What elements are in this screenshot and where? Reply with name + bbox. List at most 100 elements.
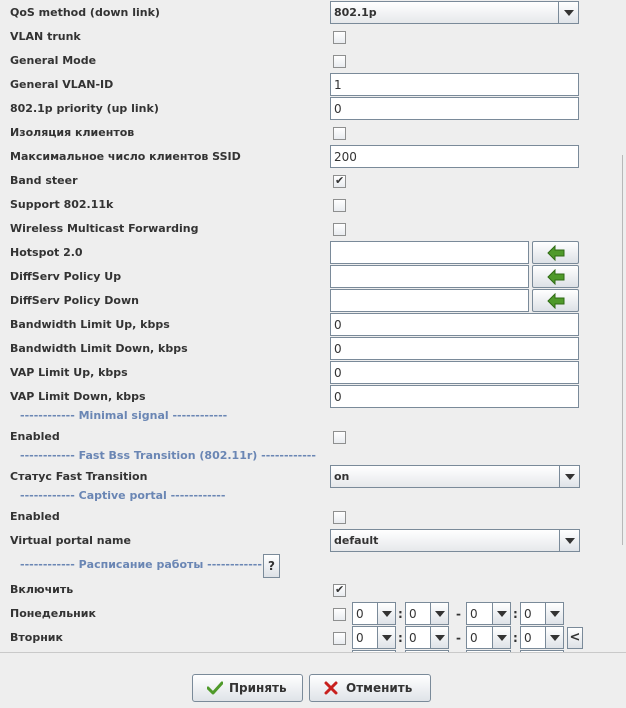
vap-up-value: 0 [334, 366, 342, 380]
time-dash: - [456, 631, 461, 645]
bw-down-input[interactable]: 0 [330, 337, 579, 360]
hotspot-input[interactable] [330, 241, 529, 264]
day-label: Понедельник [10, 607, 96, 620]
red-x-icon [324, 681, 338, 695]
support-80211k-label: Support 802.11k [10, 198, 114, 211]
green-left-arrow-icon [547, 269, 565, 285]
virtual-portal-name-label: Virtual portal name [10, 534, 131, 547]
client-isolation-checkbox[interactable] [333, 127, 346, 140]
day-checkbox[interactable] [333, 608, 346, 621]
time-colon: : [398, 607, 403, 621]
to-minute-select[interactable]: 0 [520, 602, 564, 625]
to-minute-select[interactable]: 0 [520, 626, 564, 649]
hotspot-label: Hotspot 2.0 [10, 246, 83, 259]
bw-up-input[interactable]: 0 [330, 313, 579, 336]
bw-up-label: Bandwidth Limit Up, kbps [10, 318, 170, 331]
diffserv-down-input[interactable] [330, 289, 529, 312]
copy-schedule-button[interactable]: < [567, 627, 583, 649]
from-minute-select[interactable]: 0 [405, 602, 449, 625]
bw-down-label: Bandwidth Limit Down, kbps [10, 342, 188, 355]
vap-down-label: VAP Limit Down, kbps [10, 390, 146, 403]
from-hour-select[interactable]: 0 [352, 626, 396, 649]
chevron-down-icon[interactable] [492, 627, 510, 648]
day-checkbox[interactable] [333, 632, 346, 645]
qos-method-value: 802.1p [334, 6, 377, 19]
green-left-arrow-icon [547, 245, 565, 261]
general-mode-label: General Mode [10, 54, 97, 67]
day-label: Вторник [10, 631, 63, 644]
vap-up-label: VAP Limit Up, kbps [10, 366, 128, 379]
support-80211k-checkbox[interactable] [333, 199, 346, 212]
priority-up-input[interactable]: 0 [330, 97, 579, 120]
chevron-down-icon[interactable] [377, 603, 395, 624]
fast-bss-header: ------------ Fast Bss Transition (802.11… [20, 449, 316, 462]
virtual-portal-name-value: default [334, 534, 379, 547]
accept-button[interactable]: Принять [192, 674, 303, 702]
from-hour-select[interactable]: 0 [352, 602, 396, 625]
chevron-down-icon[interactable] [377, 627, 395, 648]
schedule-help-button[interactable]: ? [263, 554, 280, 578]
fast-transition-combo[interactable]: on [330, 465, 580, 488]
general-vlan-id-label: General VLAN-ID [10, 78, 114, 91]
from-minute-value: 0 [409, 631, 417, 645]
max-clients-label: Максимальное число клиентов SSID [10, 150, 241, 163]
minimal-signal-enabled-checkbox[interactable] [333, 431, 346, 444]
captive-portal-header: ------------ Captive portal ------------ [20, 489, 226, 502]
diffserv-down-label: DiffServ Policy Down [10, 294, 139, 307]
vertical-scrollbar[interactable] [620, 0, 626, 660]
general-mode-checkbox[interactable] [333, 55, 346, 68]
chevron-down-icon[interactable] [545, 603, 563, 624]
qos-method-combo[interactable]: 802.1p [330, 1, 579, 24]
chevron-down-icon[interactable] [545, 627, 563, 648]
to-hour-value: 0 [470, 631, 478, 645]
virtual-portal-name-combo[interactable]: default [330, 529, 580, 552]
vap-down-value: 0 [334, 390, 342, 404]
to-minute-value: 0 [524, 607, 532, 621]
captive-portal-enabled-checkbox[interactable] [333, 511, 346, 524]
bw-down-value: 0 [334, 342, 342, 356]
chevron-down-icon[interactable] [558, 2, 578, 23]
max-clients-value: 200 [334, 150, 357, 164]
time-colon: : [513, 631, 518, 645]
to-hour-select[interactable]: 0 [466, 602, 511, 625]
button-bar: Принять Отменить [0, 652, 626, 708]
schedule-enable-checkbox[interactable] [333, 583, 346, 597]
accept-button-label: Принять [229, 681, 287, 695]
to-hour-select[interactable]: 0 [466, 626, 511, 649]
band-steer-label: Band steer [10, 174, 78, 187]
wmf-label: Wireless Multicast Forwarding [10, 222, 199, 235]
vap-down-input[interactable]: 0 [330, 385, 579, 408]
chevron-down-icon[interactable] [430, 627, 448, 648]
client-isolation-label: Изоляция клиентов [10, 126, 135, 139]
qos-method-label: QoS method (down link) [10, 6, 160, 19]
band-steer-checkbox[interactable] [333, 174, 346, 188]
vlan-trunk-checkbox[interactable] [333, 31, 346, 44]
max-clients-input[interactable]: 200 [330, 145, 579, 168]
vlan-trunk-label: VLAN trunk [10, 30, 81, 43]
priority-up-value: 0 [334, 102, 342, 116]
minimal-signal-enabled-label: Enabled [10, 430, 60, 443]
priority-up-label: 802.1p priority (up link) [10, 102, 159, 115]
fast-transition-label: Статус Fast Transition [10, 470, 148, 483]
chevron-down-icon[interactable] [492, 603, 510, 624]
vap-up-input[interactable]: 0 [330, 361, 579, 384]
chevron-down-icon[interactable] [559, 530, 579, 551]
hotspot-select-button[interactable] [532, 241, 579, 264]
bw-up-value: 0 [334, 318, 342, 332]
diffserv-up-input[interactable] [330, 265, 529, 288]
from-hour-value: 0 [356, 607, 364, 621]
captive-portal-enabled-label: Enabled [10, 510, 60, 523]
chevron-down-icon[interactable] [559, 466, 579, 487]
minimal-signal-header: ------------ Minimal signal ------------ [20, 409, 228, 422]
chevron-down-icon[interactable] [430, 603, 448, 624]
diffserv-up-select-button[interactable] [532, 265, 579, 288]
general-vlan-id-value: 1 [334, 78, 342, 92]
from-minute-select[interactable]: 0 [405, 626, 449, 649]
cancel-button[interactable]: Отменить [309, 674, 431, 702]
wmf-checkbox[interactable] [333, 223, 346, 236]
general-vlan-id-input[interactable]: 1 [330, 73, 579, 96]
diffserv-down-select-button[interactable] [532, 289, 579, 312]
schedule-header: ------------ Расписание работы ---------… [20, 558, 262, 571]
time-colon: : [513, 607, 518, 621]
settings-panel: QoS method (down link) 802.1p VLAN trunk… [0, 0, 620, 652]
